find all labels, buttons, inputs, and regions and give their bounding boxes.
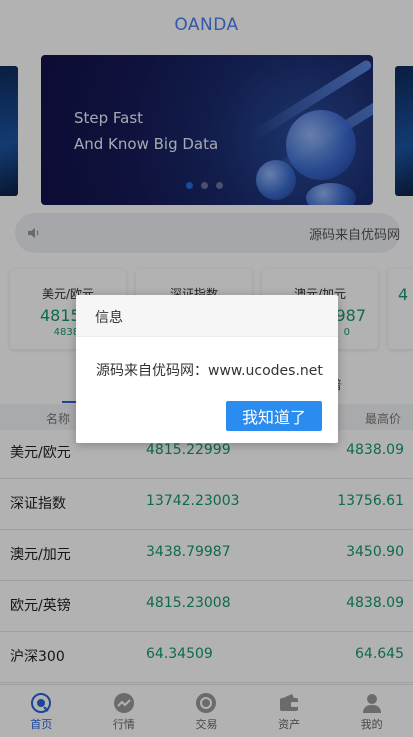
dialog-confirm-button[interactable]: 我知道了 <box>226 401 322 431</box>
info-dialog: 信息 源码来自优码网：www.ucodes.net 我知道了 <box>76 295 338 443</box>
dialog-message: 源码来自优码网：www.ucodes.net <box>96 363 323 379</box>
app-screen: OANDA Step Fast And Know Big Data 源码来自优码… <box>0 0 413 737</box>
dialog-title: 信息 <box>76 295 338 337</box>
